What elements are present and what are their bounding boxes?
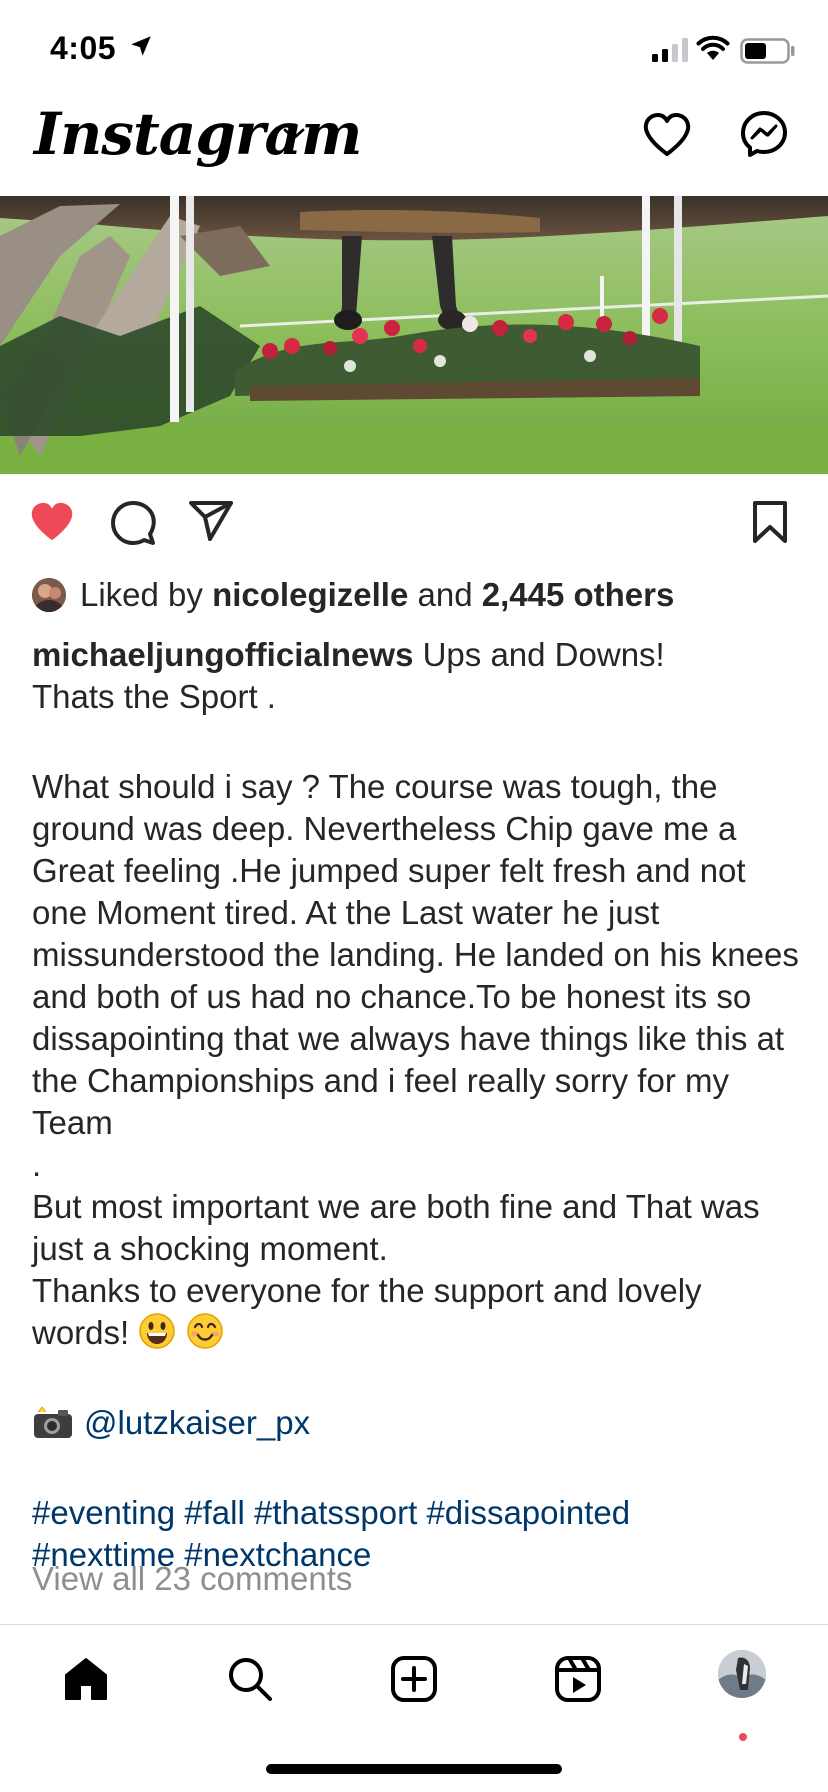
profile-avatar[interactable] bbox=[718, 1650, 766, 1698]
wifi-icon bbox=[696, 35, 730, 60]
smiling-face-emoji bbox=[186, 1313, 223, 1349]
cellular-signal-icon bbox=[652, 38, 688, 62]
messenger-icon[interactable] bbox=[740, 110, 788, 158]
post-username[interactable]: michaeljungofficialnews bbox=[32, 636, 413, 673]
profile-notification-dot bbox=[739, 1733, 747, 1741]
instagram-logo[interactable]: Instagram bbox=[34, 100, 362, 168]
home-indicator bbox=[266, 1764, 562, 1774]
location-arrow-icon bbox=[131, 36, 151, 56]
post-actions bbox=[0, 494, 828, 554]
liked-by-prefix: Liked by bbox=[80, 576, 203, 613]
likes-summary[interactable]: Liked by nicolegizelle and 2,445 others bbox=[32, 574, 812, 618]
caption-paragraph: What should i say ? The course was tough… bbox=[32, 768, 799, 1141]
liked-by-and: and bbox=[417, 576, 473, 613]
caption-line-fine: But most important we are both fine and … bbox=[32, 1188, 760, 1267]
top-nav: Instagram bbox=[0, 96, 828, 196]
post-caption: michaeljungofficialnews Ups and Downs! T… bbox=[32, 634, 802, 1576]
home-icon[interactable] bbox=[62, 1655, 110, 1703]
grinning-face-emoji bbox=[139, 1313, 176, 1349]
bookmark-icon[interactable] bbox=[752, 500, 788, 544]
view-all-comments-link[interactable]: View all 23 comments bbox=[32, 1560, 352, 1598]
chevron-down-icon[interactable] bbox=[282, 126, 306, 142]
add-post-icon[interactable] bbox=[390, 1655, 438, 1703]
camera-flash-emoji bbox=[34, 1406, 72, 1438]
search-icon[interactable] bbox=[226, 1655, 274, 1703]
caption-thanks: Thanks to everyone for the support and l… bbox=[32, 1272, 702, 1351]
activity-heart-icon[interactable] bbox=[642, 112, 692, 158]
battery-icon bbox=[740, 38, 795, 64]
liked-by-others[interactable]: 2,445 others bbox=[482, 576, 675, 613]
photo-credit-mention[interactable]: @lutzkaiser_px bbox=[84, 1404, 310, 1441]
status-bar: 4:05 bbox=[0, 0, 828, 96]
comment-icon[interactable] bbox=[110, 500, 156, 546]
caption-first-line: Ups and Downs! bbox=[422, 636, 665, 673]
post-photo[interactable] bbox=[0, 196, 828, 474]
bottom-tab-bar bbox=[0, 1624, 828, 1745]
german-flag-emoji bbox=[124, 1110, 162, 1136]
caption-paragraph-end: . bbox=[32, 1146, 42, 1183]
status-time: 4:05 bbox=[50, 30, 117, 66]
caption-line-2: Thats the Sport . bbox=[32, 678, 276, 715]
liker-avatar[interactable] bbox=[32, 578, 66, 612]
hashtags-line-1[interactable]: #eventing #fall #thatssport #dissapointe… bbox=[32, 1492, 802, 1534]
liked-by-user[interactable]: nicolegizelle bbox=[212, 576, 408, 613]
reels-icon[interactable] bbox=[554, 1655, 602, 1703]
heart-filled-icon[interactable] bbox=[28, 500, 76, 544]
share-icon[interactable] bbox=[188, 500, 234, 544]
